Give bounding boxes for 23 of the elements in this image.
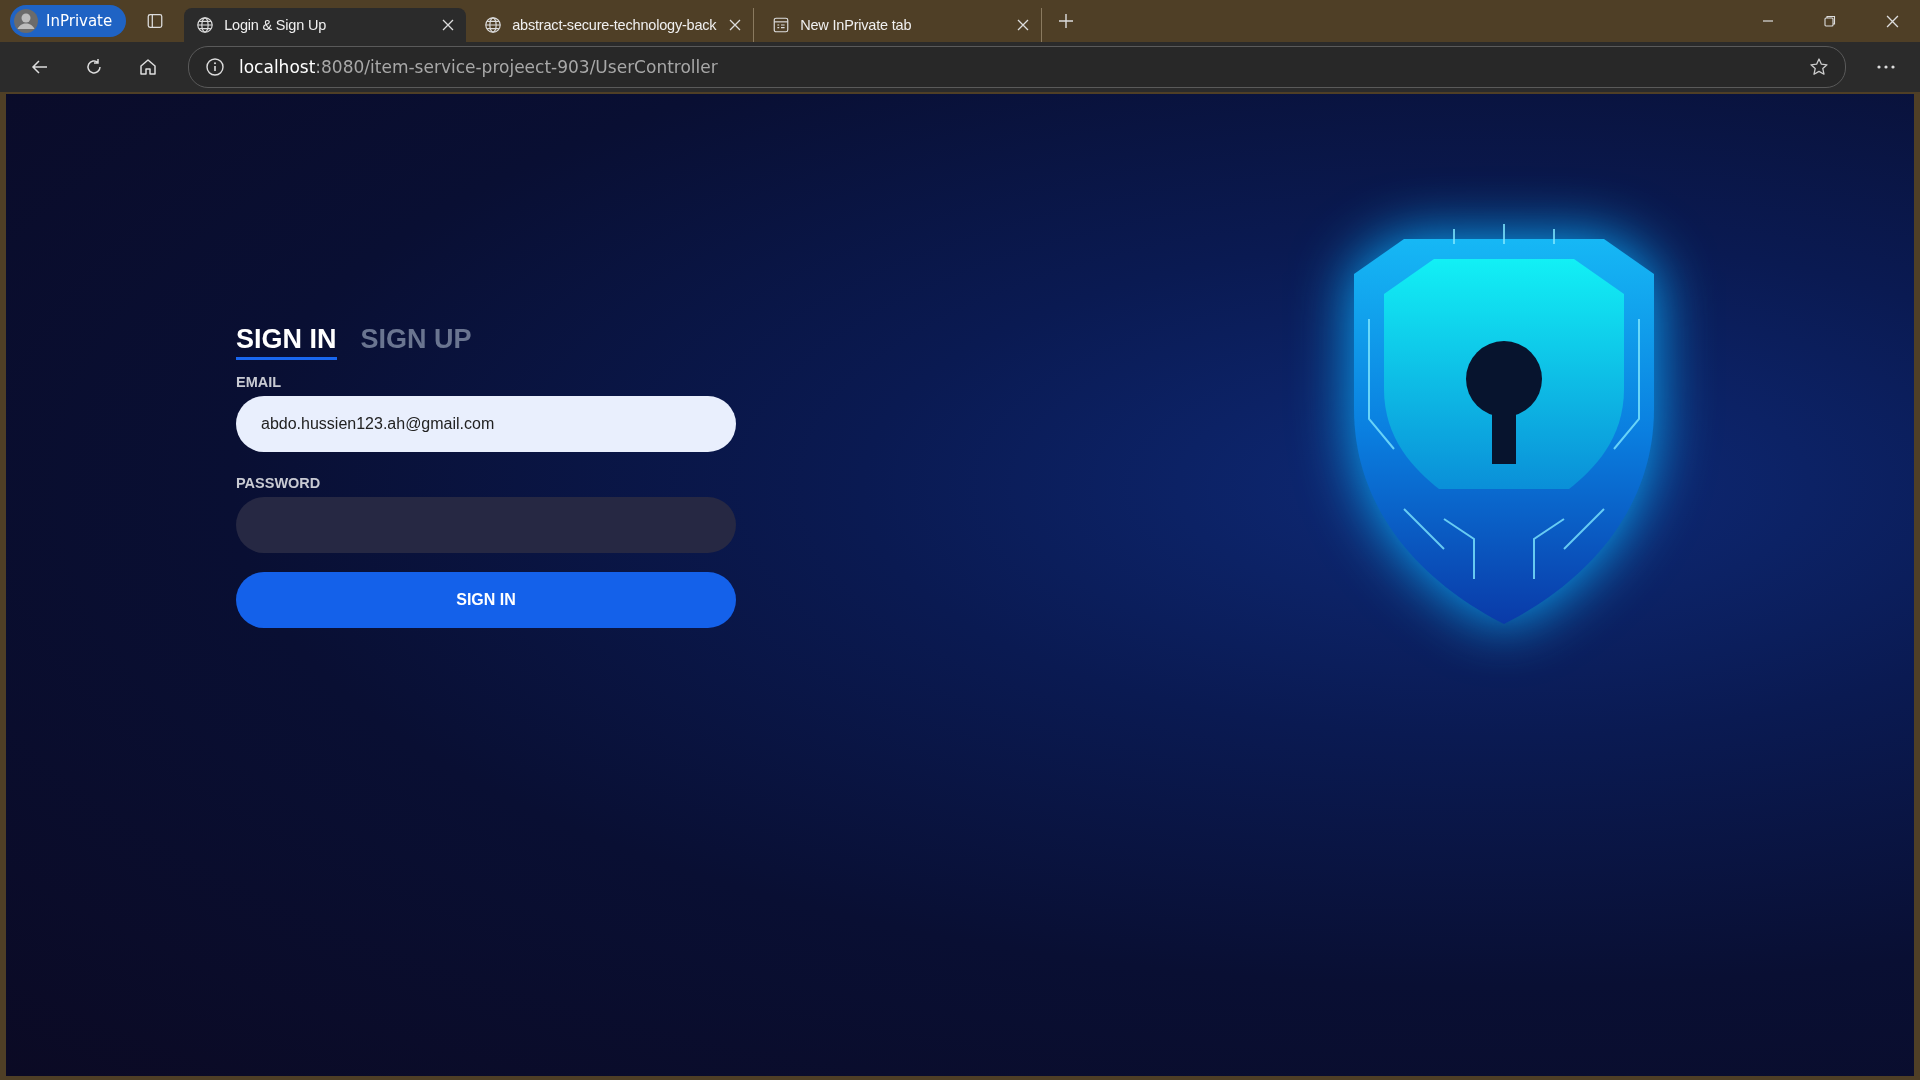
avatar-icon xyxy=(14,9,38,33)
globe-icon xyxy=(196,16,215,34)
close-icon[interactable] xyxy=(442,19,455,31)
auth-tab[interactable]: SIGN IN xyxy=(236,324,337,360)
auth-tab[interactable]: SIGN UP xyxy=(360,324,472,360)
page-icon xyxy=(772,16,791,34)
globe-icon xyxy=(484,16,503,34)
tab-title: abstract-secure-technology-back xyxy=(512,17,718,33)
field-label: PASSWORD xyxy=(236,475,322,491)
password-field[interactable] xyxy=(236,497,736,553)
star-icon[interactable] xyxy=(1809,57,1829,77)
profile-button[interactable]: InPrivate xyxy=(10,5,127,37)
address-bar[interactable]: localhost:8080/item-service-projeect-903/UserController xyxy=(188,46,1846,88)
info-icon[interactable] xyxy=(205,57,225,77)
field-label: EMAIL xyxy=(236,374,283,390)
close-icon[interactable] xyxy=(1017,19,1030,31)
browser-tab[interactable]: Login & Sign Up xyxy=(184,8,467,42)
url-text: localhost:8080/item-service-projeect-903/UserController xyxy=(239,57,718,77)
close-icon[interactable] xyxy=(729,19,742,31)
tab-title: New InPrivate tab xyxy=(800,17,913,33)
sign-in-button[interactable]: SIGN IN xyxy=(236,572,736,628)
email-field[interactable]: abdo.hussien123.ah@gmail.com xyxy=(236,396,736,452)
tab-title: Login & Sign Up xyxy=(224,17,328,33)
